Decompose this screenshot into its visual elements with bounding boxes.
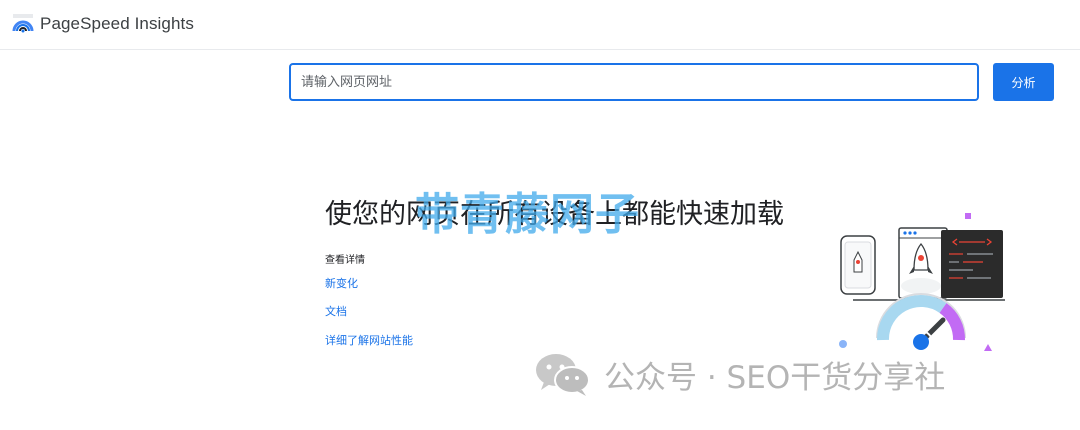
code-panel-icon (941, 230, 1003, 298)
wechat-icon (536, 354, 590, 396)
top-bar: PageSpeed Insights (0, 0, 1080, 50)
pagespeed-gauge-icon[interactable] (12, 13, 34, 35)
watermark-overlay-text: 带青藤网子 (415, 189, 640, 240)
brand-name[interactable]: PageSpeed Insights (40, 14, 194, 34)
link-whats-new[interactable]: 新变化 (325, 275, 358, 291)
phone-icon (840, 235, 876, 295)
speed-gauge-icon (876, 293, 966, 354)
speed-illustration (839, 213, 1005, 354)
details-label: 查看详情 (325, 255, 365, 266)
watermark-footer-text: 公众号 · SEO干货分享社 (604, 359, 946, 396)
wechat-watermark: 公众号 · SEO干货分享社 (534, 350, 945, 398)
link-docs[interactable]: 文档 (325, 303, 347, 319)
link-learn-web-performance[interactable]: 详细了解网站性能 (325, 332, 413, 348)
analyze-button[interactable]: 分析 (993, 63, 1054, 101)
url-input[interactable] (289, 63, 979, 101)
